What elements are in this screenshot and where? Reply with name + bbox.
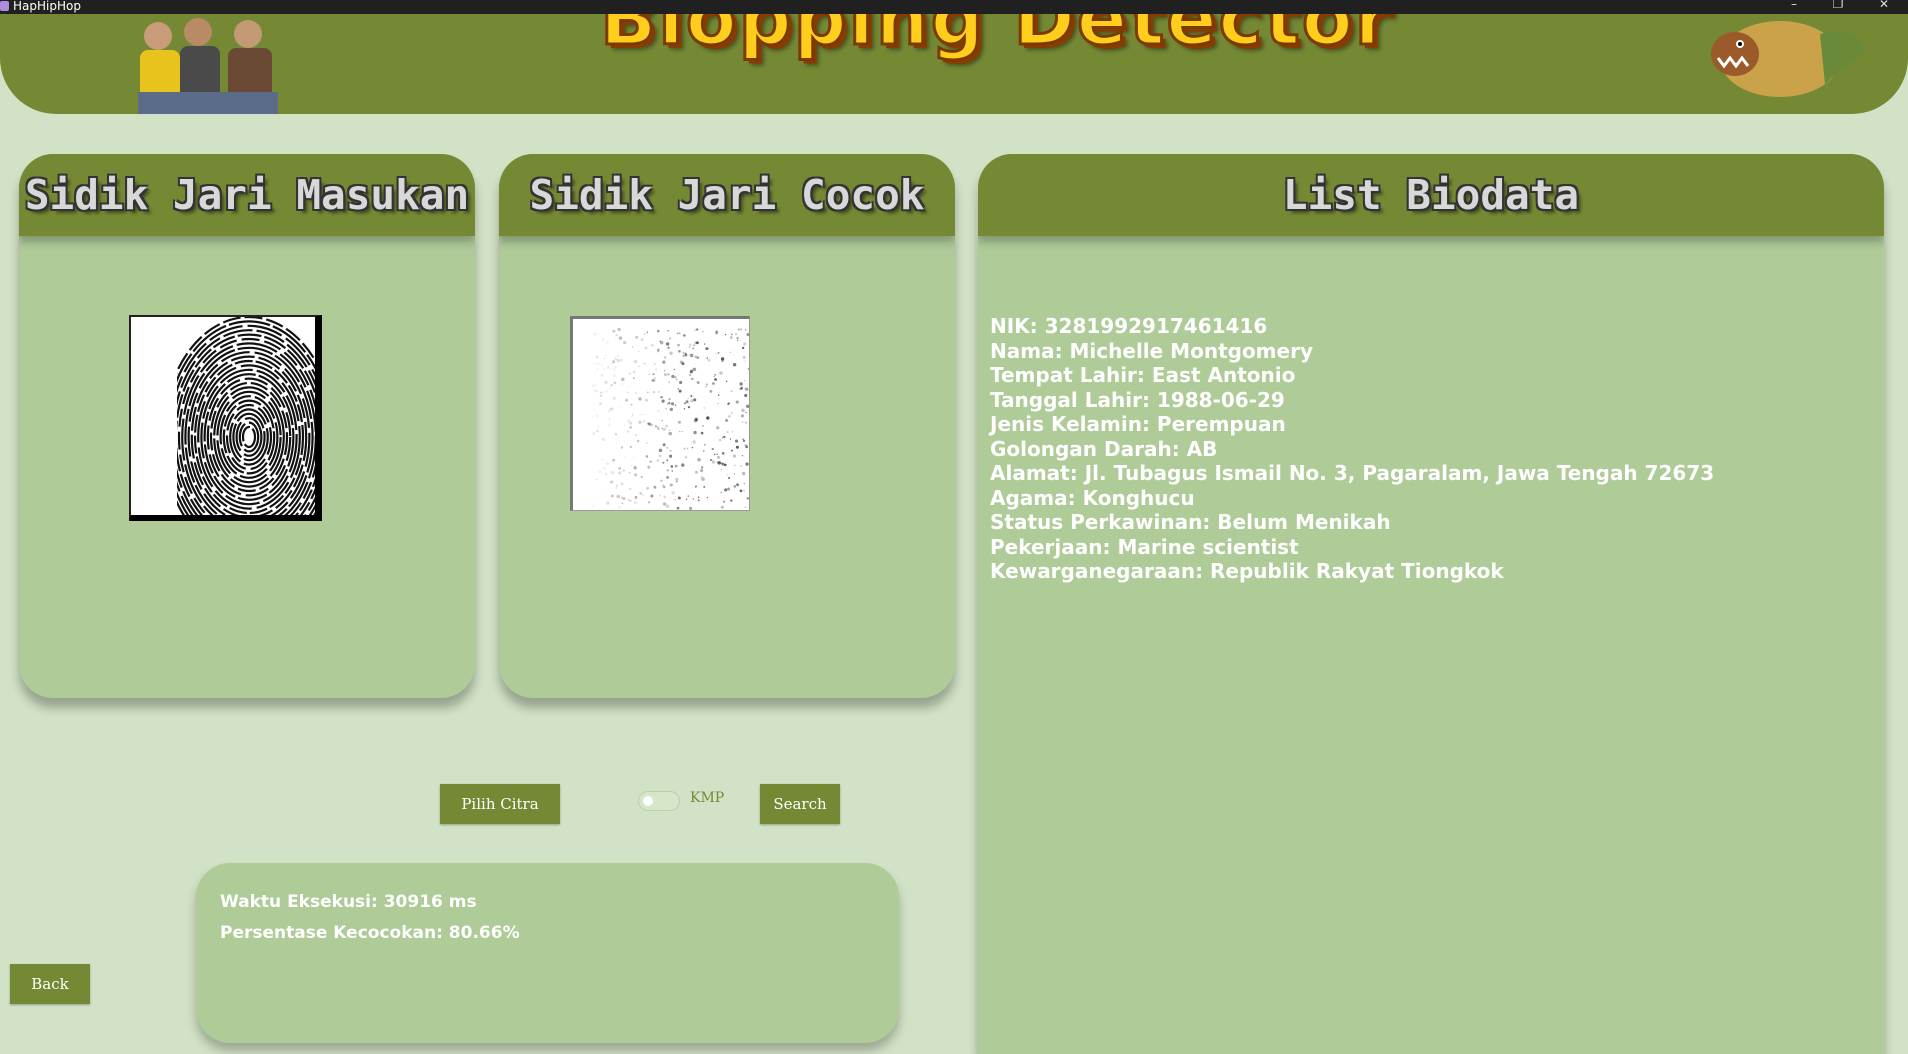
execution-time-text: Waktu Eksekusi: 30916 ms bbox=[220, 892, 477, 912]
result-panel: Waktu Eksekusi: 30916 ms Persentase Keco… bbox=[196, 863, 899, 1043]
kmp-toggle[interactable] bbox=[638, 791, 680, 811]
matched-fingerprint-panel: Sidik Jari Cocok bbox=[499, 154, 955, 698]
match-panel-title: Sidik Jari Cocok bbox=[529, 171, 925, 219]
window-titlebar: HapHipHop – ❐ ✕ bbox=[0, 0, 1908, 14]
input-fingerprint-image bbox=[129, 315, 322, 521]
biodata-kewarganegaraan: Kewarganegaraan: Republik Rakyat Tiongko… bbox=[990, 559, 1504, 583]
matched-fingerprint-image bbox=[570, 316, 750, 511]
panel-header: Sidik Jari Masukan bbox=[19, 154, 475, 236]
biodata-alamat: Alamat: Jl. Tubagus Ismail No. 3, Pagara… bbox=[990, 461, 1715, 485]
panel-header: List Biodata bbox=[978, 154, 1884, 236]
biodata-status-perkawinan: Status Perkawinan: Belum Menikah bbox=[990, 510, 1391, 534]
biodata-panel-title: List Biodata bbox=[1282, 171, 1580, 219]
biodata-list: NIK: 3281992917461416 Nama: Michelle Mon… bbox=[990, 314, 1714, 584]
biodata-golongan-darah: Golongan Darah: AB bbox=[990, 436, 1218, 461]
biodata-nik: NIK: 3281992917461416 bbox=[990, 314, 1268, 338]
app-logo-text: Blopping Detector bbox=[598, 14, 1394, 64]
biodata-panel: List Biodata NIK: 3281992917461416 Nama:… bbox=[978, 154, 1884, 1054]
biodata-tanggal-lahir: Tanggal Lahir: 1988-06-29 bbox=[990, 387, 1285, 412]
maximize-icon[interactable]: ❐ bbox=[1828, 0, 1848, 10]
biodata-pekerjaan: Pekerjaan: Marine scientist bbox=[990, 534, 1299, 559]
biodata-agama: Agama: Konghucu bbox=[990, 485, 1195, 510]
match-percentage-text: Persentase Kecocokan: 80.66% bbox=[220, 923, 520, 943]
app-icon bbox=[0, 1, 9, 11]
biodata-tempat-lahir: Tempat Lahir: East Antonio bbox=[990, 363, 1296, 387]
kmp-toggle-label: KMP bbox=[690, 790, 725, 806]
window-title: HapHipHop bbox=[13, 0, 81, 13]
pick-image-button[interactable]: Pilih Citra bbox=[440, 784, 560, 824]
close-icon[interactable]: ✕ bbox=[1874, 0, 1894, 10]
team-photo-image bbox=[138, 18, 278, 114]
input-fingerprint-panel: Sidik Jari Masukan bbox=[19, 154, 475, 698]
input-panel-title: Sidik Jari Masukan bbox=[24, 171, 470, 219]
mascot-image bbox=[1711, 21, 1865, 97]
biodata-nama: Nama: Michelle Montgomery bbox=[990, 338, 1313, 363]
panel-header: Sidik Jari Cocok bbox=[499, 154, 955, 236]
header-banner: Blopping Detector bbox=[0, 14, 1908, 114]
back-button[interactable]: Back bbox=[10, 964, 90, 1004]
search-button[interactable]: Search bbox=[760, 784, 840, 824]
minimize-icon[interactable]: – bbox=[1784, 0, 1804, 10]
biodata-jenis-kelamin: Jenis Kelamin: Perempuan bbox=[990, 412, 1286, 436]
toggle-knob bbox=[643, 796, 653, 806]
